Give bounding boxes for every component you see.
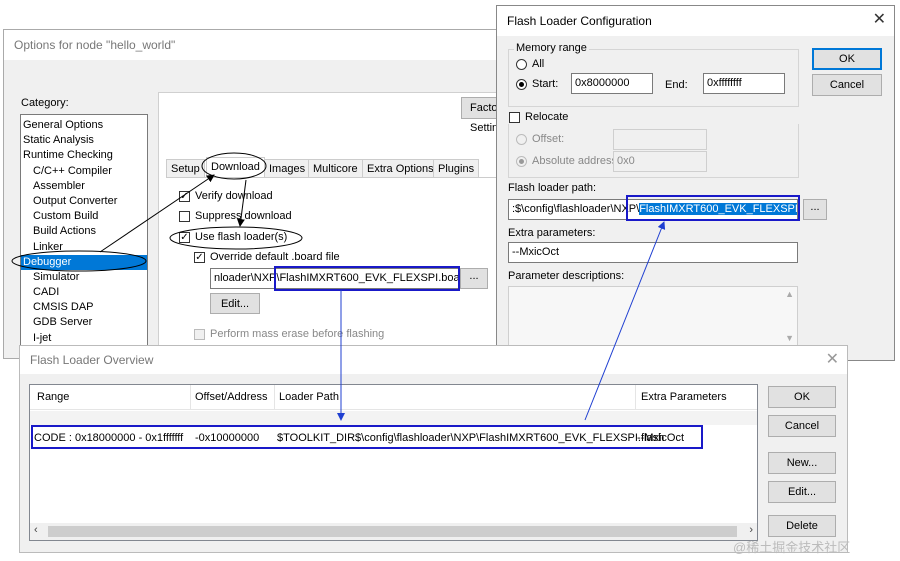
use-flash-ellipse (169, 226, 303, 250)
download-tab-ellipse (201, 152, 267, 180)
watermark: @稀土掘金技术社区 (733, 540, 851, 555)
arrow-debugger-to-download (99, 174, 215, 253)
annotation-overlay (11, 152, 666, 421)
debugger-ellipse (11, 250, 147, 272)
arrow-row-to-flashpath (584, 221, 666, 421)
arrow-download-to-useflash (236, 179, 247, 227)
